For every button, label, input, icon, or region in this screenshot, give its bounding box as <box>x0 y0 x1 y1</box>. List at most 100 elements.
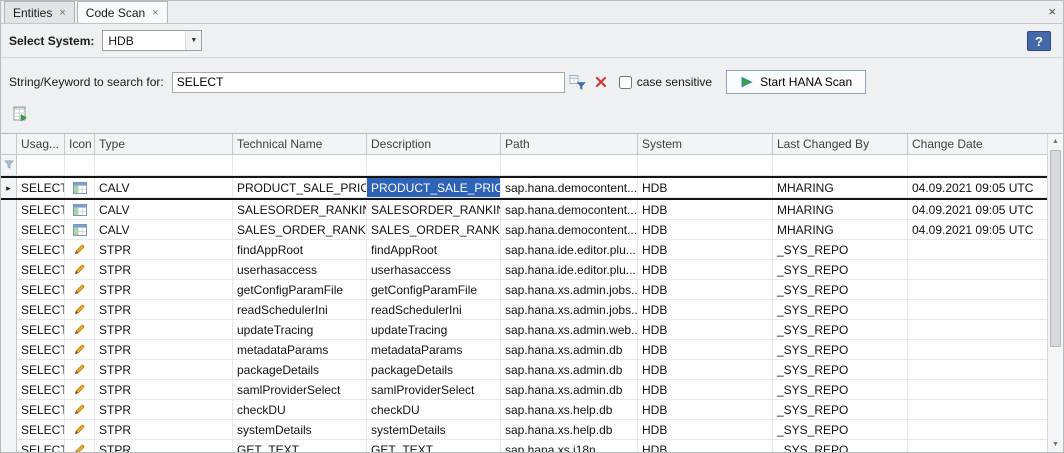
cell-path[interactable]: sap.hana.xs.help.db <box>501 420 638 440</box>
cell-icon[interactable] <box>65 360 95 380</box>
system-select[interactable]: HDB ▼ <box>102 30 202 51</box>
cell-description[interactable]: samlProviderSelect <box>367 380 501 400</box>
table-row[interactable]: ▸SELECTCALVPRODUCT_SALE_PRICEPRODUCT_SAL… <box>1 176 1063 200</box>
cell-path[interactable]: sap.hana.ide.editor.plu... <box>501 240 638 260</box>
cell-path[interactable]: sap.hana.xs.i18n <box>501 440 638 452</box>
cell-usage[interactable]: SELECT <box>17 200 65 220</box>
table-row[interactable]: SELECTSTPRmetadataParamsmetadataParamssa… <box>1 340 1063 360</box>
cell-type[interactable]: STPR <box>95 400 233 420</box>
column-header-type[interactable]: Type <box>95 134 233 154</box>
cell-change_date[interactable] <box>908 320 1048 340</box>
cell-description[interactable]: userhasaccess <box>367 260 501 280</box>
cell-change_date[interactable] <box>908 260 1048 280</box>
cell-description[interactable]: getConfigParamFile <box>367 280 501 300</box>
cell-system[interactable]: HDB <box>638 400 773 420</box>
cell-last_changed_by[interactable]: MHARING <box>773 220 908 240</box>
cell-type[interactable]: CALV <box>95 220 233 240</box>
cell-type[interactable]: CALV <box>95 178 233 198</box>
cell-technical_name[interactable]: metadataParams <box>233 340 367 360</box>
cell-icon[interactable] <box>65 380 95 400</box>
cell-last_changed_by[interactable]: _SYS_REPO <box>773 340 908 360</box>
cell-system[interactable]: HDB <box>638 280 773 300</box>
table-row[interactable]: SELECTSTPRreadSchedulerInireadSchedulerI… <box>1 300 1063 320</box>
filter-cell-change_date[interactable] <box>908 155 1048 175</box>
case-sensitive-checkbox[interactable] <box>619 76 632 89</box>
cell-usage[interactable]: SELECT <box>17 300 65 320</box>
cell-icon[interactable] <box>65 260 95 280</box>
filter-cell-description[interactable] <box>367 155 501 175</box>
cell-change_date[interactable] <box>908 240 1048 260</box>
cell-system[interactable]: HDB <box>638 380 773 400</box>
cell-change_date[interactable] <box>908 300 1048 320</box>
cell-system[interactable]: HDB <box>638 440 773 452</box>
cell-icon[interactable] <box>65 320 95 340</box>
cell-last_changed_by[interactable]: _SYS_REPO <box>773 320 908 340</box>
cell-technical_name[interactable]: PRODUCT_SALE_PRICE <box>233 178 367 198</box>
cell-icon[interactable] <box>65 178 95 198</box>
cell-usage[interactable]: SELECT <box>17 260 65 280</box>
table-row[interactable]: SELECTSTPRuserhasaccessuserhasaccesssap.… <box>1 260 1063 280</box>
table-row[interactable]: SELECTCALVSALESORDER_RANKING...SALESORDE… <box>1 200 1063 220</box>
filter-cell-last_changed_by[interactable] <box>773 155 908 175</box>
cell-system[interactable]: HDB <box>638 340 773 360</box>
column-header-system[interactable]: System <box>638 134 773 154</box>
cell-change_date[interactable] <box>908 280 1048 300</box>
cell-system[interactable]: HDB <box>638 200 773 220</box>
column-header-path[interactable]: Path <box>501 134 638 154</box>
table-row[interactable]: SELECTSTPRgetConfigParamFilegetConfigPar… <box>1 280 1063 300</box>
cell-usage[interactable]: SELECT <box>17 240 65 260</box>
table-row[interactable]: SELECTSTPRpackageDetailspackageDetailssa… <box>1 360 1063 380</box>
cell-type[interactable]: STPR <box>95 260 233 280</box>
table-row[interactable]: SELECTSTPRfindAppRootfindAppRootsap.hana… <box>1 240 1063 260</box>
scroll-track[interactable] <box>1048 348 1063 437</box>
table-row[interactable]: SELECTCALVSALES_ORDER_RANKIN...SALES_ORD… <box>1 220 1063 240</box>
cell-last_changed_by[interactable]: _SYS_REPO <box>773 360 908 380</box>
cell-last_changed_by[interactable]: _SYS_REPO <box>773 260 908 280</box>
cell-last_changed_by[interactable]: _SYS_REPO <box>773 400 908 420</box>
cell-path[interactable]: sap.hana.xs.admin.db <box>501 360 638 380</box>
cell-technical_name[interactable]: findAppRoot <box>233 240 367 260</box>
filter-cell-icon[interactable] <box>65 155 95 175</box>
table-row[interactable]: SELECTSTPRupdateTracingupdateTracingsap.… <box>1 320 1063 340</box>
cell-last_changed_by[interactable]: _SYS_REPO <box>773 440 908 452</box>
tab-close-icon[interactable]: × <box>59 8 65 18</box>
cell-system[interactable]: HDB <box>638 240 773 260</box>
cell-path[interactable]: sap.hana.xs.admin.web... <box>501 320 638 340</box>
cell-change_date[interactable] <box>908 380 1048 400</box>
cell-last_changed_by[interactable]: _SYS_REPO <box>773 380 908 400</box>
table-row[interactable]: SELECTSTPRsystemDetailssystemDetailssap.… <box>1 420 1063 440</box>
cell-change_date[interactable] <box>908 360 1048 380</box>
cell-technical_name[interactable]: getConfigParamFile <box>233 280 367 300</box>
cell-description[interactable]: metadataParams <box>367 340 501 360</box>
cell-usage[interactable]: SELECT <box>17 178 65 198</box>
cell-system[interactable]: HDB <box>638 320 773 340</box>
cell-system[interactable]: HDB <box>638 220 773 240</box>
filter-cell-path[interactable] <box>501 155 638 175</box>
scroll-thumb[interactable] <box>1050 150 1061 347</box>
cell-icon[interactable] <box>65 420 95 440</box>
cell-description[interactable]: findAppRoot <box>367 240 501 260</box>
help-button[interactable]: ? <box>1027 31 1051 51</box>
cell-type[interactable]: STPR <box>95 360 233 380</box>
column-header-change_date[interactable]: Change Date <box>908 134 1048 154</box>
column-header-last_changed_by[interactable]: Last Changed By <box>773 134 908 154</box>
cell-usage[interactable]: SELECT <box>17 380 65 400</box>
cell-system[interactable]: HDB <box>638 260 773 280</box>
clear-filter-icon[interactable] <box>591 72 611 92</box>
filter-cell-type[interactable] <box>95 155 233 175</box>
cell-icon[interactable] <box>65 280 95 300</box>
table-row[interactable]: SELECTSTPRsamlProviderSelectsamlProvider… <box>1 380 1063 400</box>
close-icon[interactable]: × <box>1048 4 1056 19</box>
export-icon[interactable] <box>10 104 30 124</box>
cell-description[interactable]: packageDetails <box>367 360 501 380</box>
table-row[interactable]: SELECTSTPRGET_TEXTGET_TEXTsap.hana.xs.i1… <box>1 440 1063 452</box>
cell-technical_name[interactable]: GET_TEXT <box>233 440 367 452</box>
cell-change_date[interactable] <box>908 440 1048 452</box>
cell-technical_name[interactable]: samlProviderSelect <box>233 380 367 400</box>
cell-description[interactable]: updateTracing <box>367 320 501 340</box>
cell-technical_name[interactable]: readSchedulerIni <box>233 300 367 320</box>
cell-type[interactable]: STPR <box>95 300 233 320</box>
cell-type[interactable]: STPR <box>95 280 233 300</box>
chevron-down-icon[interactable]: ▼ <box>185 31 201 50</box>
cell-path[interactable]: sap.hana.xs.admin.db <box>501 380 638 400</box>
